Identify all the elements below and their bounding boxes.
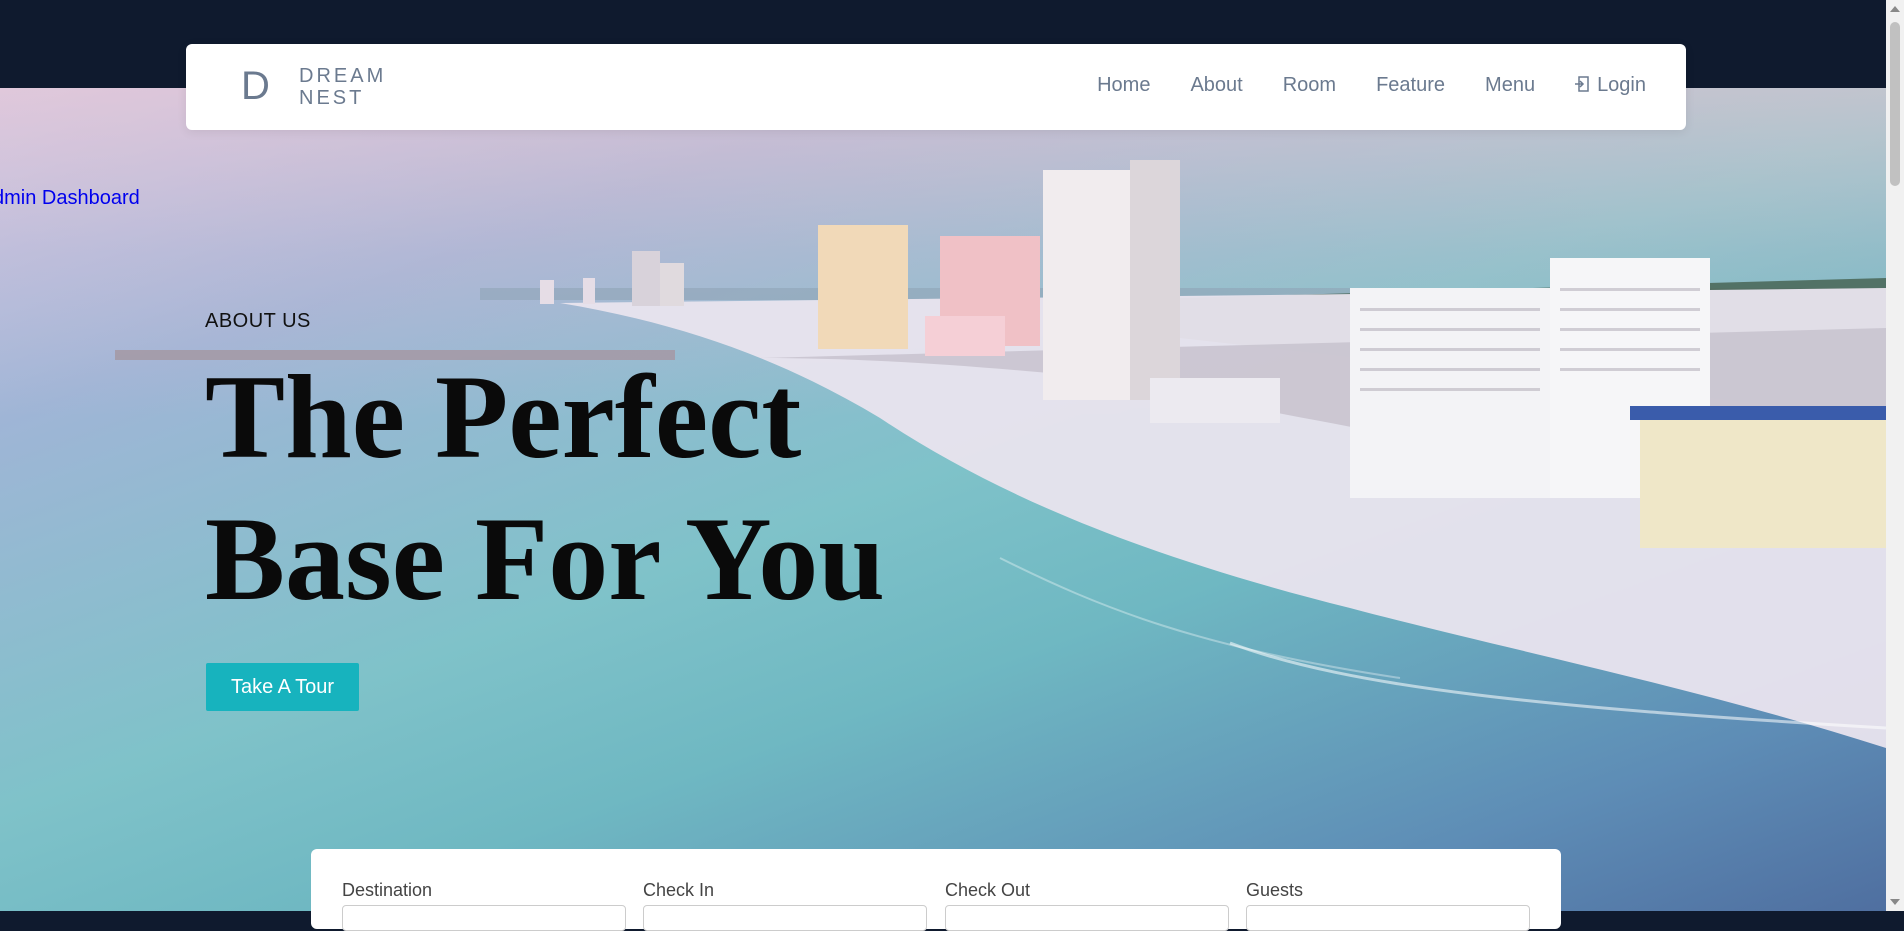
guests-label: Guests [1246, 880, 1304, 900]
nav-room[interactable]: Room [1283, 74, 1336, 97]
nav-feature[interactable]: Feature [1376, 74, 1445, 97]
login-label: Login [1597, 74, 1646, 96]
logo-wordmark[interactable]: DREAM NEST [299, 65, 386, 109]
guests-input[interactable] [1246, 905, 1530, 931]
nav-about[interactable]: About [1190, 74, 1242, 97]
check-out-input[interactable] [945, 905, 1229, 931]
headline-line-1: The Perfect [205, 350, 802, 483]
hero-headline: The Perfect Base For You [205, 346, 1105, 630]
logo-line-1: DREAM [299, 65, 387, 87]
check-out-label: Check Out [945, 880, 1031, 900]
scroll-down-arrow-icon[interactable] [1890, 899, 1900, 905]
logo-line-2: NEST [299, 87, 365, 109]
nav-home[interactable]: Home [1097, 74, 1150, 97]
check-in-input[interactable] [643, 905, 927, 931]
logo-letter[interactable]: D [241, 64, 270, 108]
booking-form: Destination Check In Check Out Guests [311, 849, 1561, 931]
nav-menu[interactable]: Menu [1485, 74, 1535, 97]
main-nav: Home About Room Feature Menu Login [1097, 74, 1646, 97]
destination-label: Destination [342, 880, 433, 900]
scroll-up-arrow-icon[interactable] [1890, 6, 1900, 12]
destination-input[interactable] [342, 905, 626, 931]
headline-line-2: Base For You [205, 492, 886, 625]
scrollbar-thumb[interactable] [1890, 22, 1900, 186]
section-label: ABOUT US [205, 310, 311, 332]
page-scrollbar[interactable] [1886, 0, 1904, 911]
navbar: D DREAM NEST Home About Room Feature Men… [186, 44, 1686, 130]
nav-login[interactable]: Login [1575, 74, 1646, 97]
login-icon [1575, 76, 1589, 92]
admin-dashboard-link[interactable]: dmin Dashboard [0, 187, 140, 210]
take-a-tour-button[interactable]: Take A Tour [206, 663, 359, 711]
check-in-label: Check In [643, 880, 715, 900]
